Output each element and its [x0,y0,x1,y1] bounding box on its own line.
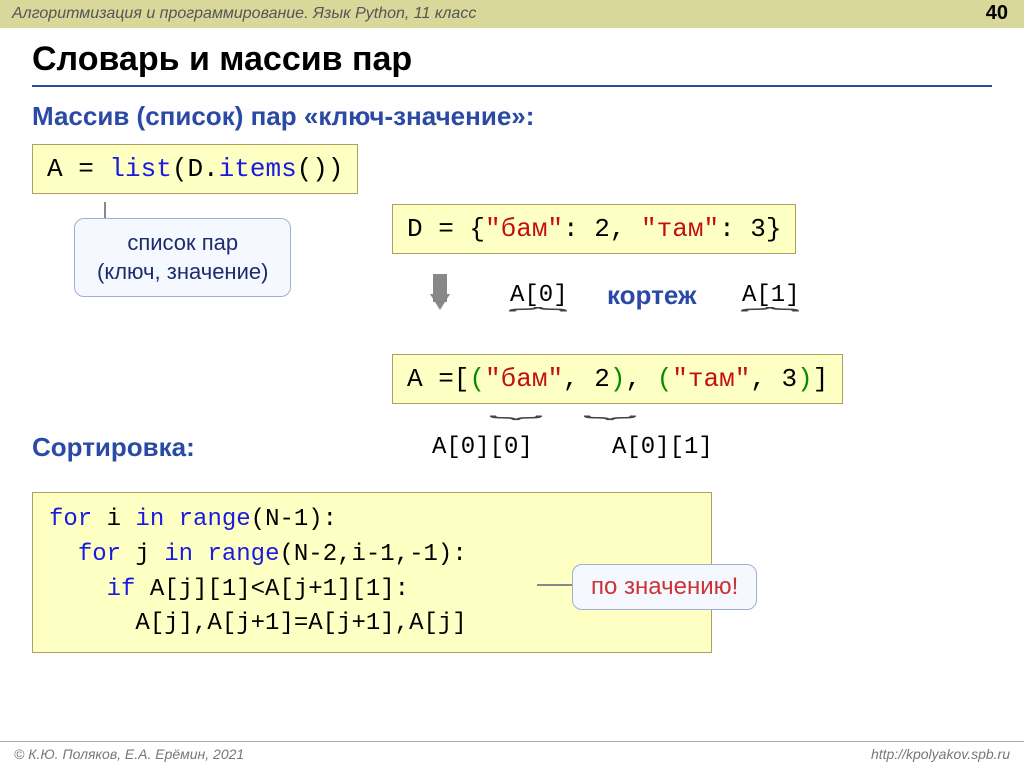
title-underline [32,85,992,87]
section-heading-2: Сортировка: [32,432,195,463]
label-a0: A[0] [510,282,568,309]
code-box-dict: D = {"бам": 2, "там": 3} [392,204,796,254]
slide-body: Словарь и массив пар Массив (список) пар… [0,28,1024,653]
callout-line1: список пар [97,229,268,258]
label-a1: A[1] [742,282,800,309]
label-tuple: кортеж [607,280,696,311]
arrow-down-icon [430,294,450,310]
callout-pointer-icon [537,584,572,586]
footer-bar: © К.Ю. Поляков, Е.А. Ерёмин, 2021 http:/… [0,741,1024,767]
section-heading-1: Массив (список) пар «ключ-значение»: [32,101,992,132]
label-a01: A[0][1] [612,434,713,461]
header-bar: Алгоритмизация и программирование. Язык … [0,0,1024,28]
slide-title: Словарь и массив пар [32,40,992,79]
brace-icon: ⏞ [489,396,543,419]
brace-icon: ⏞ [740,308,800,331]
callout-key-value-list: список пар (ключ, значение) [74,218,291,297]
footer-url: http://kpolyakov.spb.ru [871,746,1010,767]
callout-by-value-text: по значению! [591,573,738,600]
brace-icon: ⏞ [508,308,568,331]
brace-icon: ⏞ [583,396,637,419]
footer-copyright: © К.Ю. Поляков, Е.А. Ерёмин, 2021 [14,746,244,767]
callout-line2: (ключ, значение) [97,258,268,287]
callout-by-value: по значению! [572,564,757,610]
page-number: 40 [986,2,1008,25]
code-box-list-items: A = list(D.items()) [32,144,358,194]
label-a00: A[0][0] [432,434,533,461]
course-title: Алгоритмизация и программирование. Язык … [12,5,476,23]
